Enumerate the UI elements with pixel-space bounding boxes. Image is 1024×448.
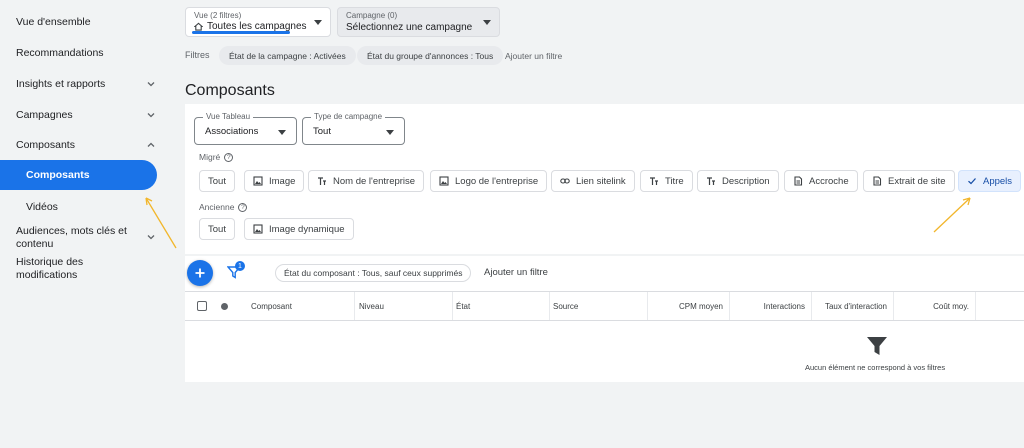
- column-header[interactable]: Taux d'interaction: [812, 292, 894, 320]
- chip-calls[interactable]: Appels: [958, 170, 1022, 192]
- column-header[interactable]: État: [453, 292, 550, 320]
- view-selector[interactable]: Vue (2 filtres) Toutes les campagnes: [185, 7, 331, 37]
- help-icon[interactable]: ?: [238, 202, 248, 212]
- column-header[interactable]: Interactions: [730, 292, 812, 320]
- filters-label: Filtres: [185, 50, 210, 60]
- nav-assets-sub-active[interactable]: Composants: [0, 160, 157, 190]
- add-filter-button[interactable]: Ajouter un filtre: [484, 267, 548, 278]
- campaign-type-select[interactable]: Type de campagne Tout: [302, 112, 405, 145]
- image-icon: [439, 176, 449, 186]
- column-header[interactable]: CPM moyen: [648, 292, 730, 320]
- text-icon: [706, 176, 716, 186]
- dropdown-arrow-icon: [386, 130, 394, 135]
- filter-count-badge: 1: [235, 261, 245, 271]
- nav-audiences[interactable]: Audiences, mots clés et contenu: [16, 225, 156, 251]
- empty-state-text: Aucun élément ne correspond à vos filtre…: [805, 363, 946, 372]
- chip-business-name[interactable]: Nom de l'entreprise: [308, 170, 425, 192]
- chip-legacy-all[interactable]: Tout: [199, 218, 235, 240]
- chip-callout[interactable]: Accroche: [784, 170, 858, 192]
- status-dot-icon: [221, 303, 228, 310]
- dropdown-arrow-icon: [314, 20, 322, 25]
- campaign-selector[interactable]: Campagne (0) Sélectionnez une campagne: [337, 7, 500, 37]
- plus-icon: [195, 268, 205, 278]
- chip-description[interactable]: Description: [697, 170, 779, 192]
- selection-underline: [192, 31, 290, 34]
- nav-campaigns[interactable]: Campagnes: [16, 109, 156, 121]
- chevron-down-icon: [146, 79, 156, 89]
- chip-business-logo[interactable]: Logo de l'entreprise: [430, 170, 548, 192]
- chip-all[interactable]: Tout: [199, 170, 235, 192]
- migrated-section-label: Migré ?: [199, 152, 234, 162]
- chip-dynamic-image[interactable]: Image dynamique: [244, 218, 354, 240]
- column-header[interactable]: Source: [550, 292, 648, 320]
- select-all-checkbox[interactable]: [197, 301, 207, 311]
- document-icon: [793, 176, 803, 186]
- chip-structured-snippet[interactable]: Extrait de site: [863, 170, 955, 192]
- asset-state-filter-chip[interactable]: État du composant : Tous, sauf ceux supp…: [275, 264, 472, 282]
- add-button[interactable]: [187, 260, 213, 286]
- link-icon: [560, 176, 570, 186]
- chip-sitelink[interactable]: Lien sitelink: [551, 170, 635, 192]
- column-header[interactable]: Composant: [245, 292, 355, 320]
- table-view-select[interactable]: Vue Tableau Associations: [194, 112, 297, 145]
- column-header[interactable]: Niveau: [355, 292, 453, 320]
- text-icon: [317, 176, 327, 186]
- table-header: Composant Niveau État Source CPM moyen I…: [185, 291, 1024, 321]
- filter-icon: [867, 337, 887, 355]
- image-icon: [253, 224, 263, 234]
- annotation-arrow: [933, 197, 971, 233]
- image-icon: [253, 176, 263, 186]
- nav-assets[interactable]: Composants: [16, 139, 156, 151]
- text-icon: [649, 176, 659, 186]
- dropdown-arrow-icon: [278, 130, 286, 135]
- nav-change-history[interactable]: Historique des modifications: [16, 256, 156, 282]
- dropdown-arrow-icon: [483, 20, 491, 25]
- document-icon: [872, 176, 882, 186]
- nav-recommendations[interactable]: Recommandations: [16, 47, 156, 59]
- chip-image[interactable]: Image: [244, 170, 305, 192]
- filter-chip-campaign-state[interactable]: État de la campagne : Activées: [219, 46, 356, 65]
- help-icon[interactable]: ?: [224, 152, 234, 162]
- home-icon: [194, 22, 203, 31]
- page-title: Composants: [185, 82, 275, 99]
- filter-chip-adgroup-state[interactable]: État du groupe d'annonces : Tous: [357, 46, 504, 65]
- chevron-down-icon: [146, 110, 156, 120]
- nav-videos[interactable]: Vidéos: [26, 201, 58, 213]
- nav-insights[interactable]: Insights et rapports: [16, 78, 156, 90]
- annotation-arrow: [145, 197, 177, 249]
- chip-headline[interactable]: Titre: [640, 170, 693, 192]
- check-icon: [967, 176, 977, 186]
- add-filter-link[interactable]: Ajouter un filtre: [505, 51, 562, 61]
- legacy-section-label: Ancienne ?: [199, 202, 248, 212]
- chevron-up-icon: [146, 140, 156, 150]
- column-header[interactable]: Coût moy.: [894, 292, 976, 320]
- nav-overview[interactable]: Vue d'ensemble: [16, 16, 156, 28]
